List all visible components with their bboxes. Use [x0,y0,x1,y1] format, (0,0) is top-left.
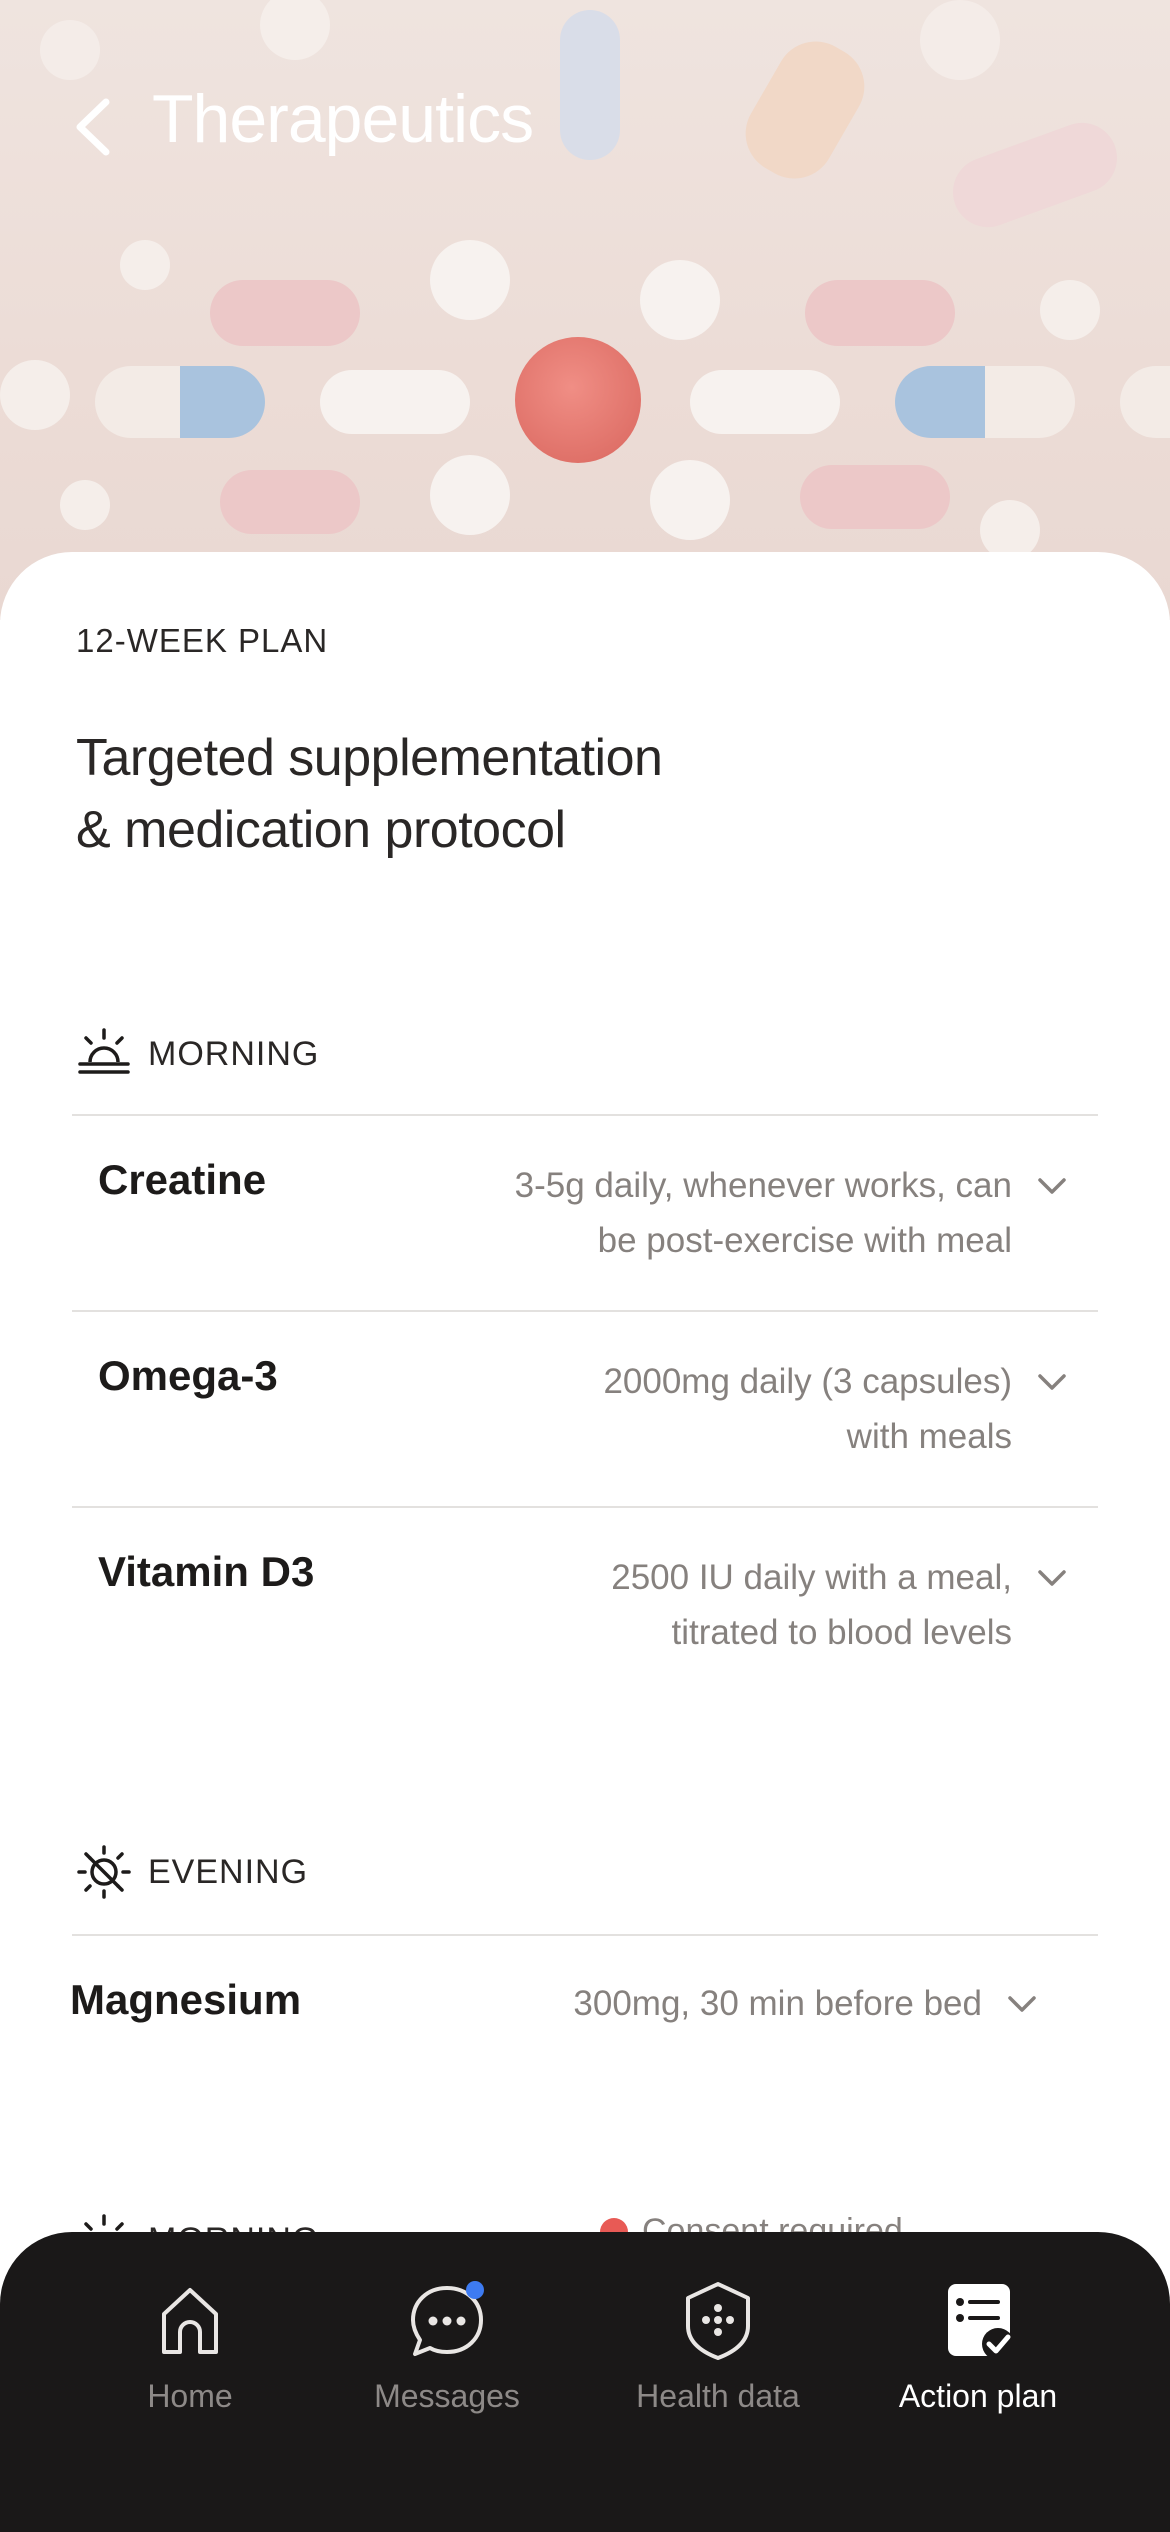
supplement-dose: 2000mg daily (3 capsules) with meals [452,1354,1012,1464]
dose-line: 2500 IU daily with a meal, [611,1558,1012,1597]
hero-image: Therapeutics [0,0,1170,620]
supplement-name: Omega-3 [98,1352,278,1399]
section-header-evening: EVENING [76,1844,308,1900]
chevron-left-icon [76,98,110,156]
notification-badge [466,2281,484,2299]
dose-line: 3-5g daily, whenever works, can [514,1166,1012,1205]
home-icon [162,2288,218,2354]
tab-messages[interactable]: Messages [327,2278,567,2415]
supplement-name: Magnesium [70,1976,302,2023]
section-header-morning: MORNING [76,1026,319,1082]
therapeutics-screen: Therapeutics 12-WEEK PLAN Targeted suppl… [0,0,1170,2532]
checklist-icon [948,2284,1014,2360]
dose-line: be post-exercise with meal [597,1221,1012,1260]
chevron-down-icon[interactable] [1032,1362,1072,1402]
tab-label: Health data [636,2378,800,2414]
section-label: MORNING [148,1034,320,1073]
supplement-dose: 2500 IU daily with a meal, titrated to b… [452,1550,1012,1660]
chevron-down-icon[interactable] [1032,1558,1072,1598]
bottom-tab-bar: Home Messages Health data Action plan [0,2232,1170,2532]
tab-label: Action plan [898,2378,1058,2414]
tab-home[interactable]: Home [70,2278,310,2415]
section-label: EVENING [148,1852,309,1891]
dose-line: 2000mg daily (3 capsules) [603,1362,1012,1401]
supplement-dose: 3-5g daily, whenever works, can be post-… [452,1158,1012,1268]
tab-action-plan[interactable]: Action plan [858,2278,1098,2415]
supplement-row-magnesium[interactable]: Magnesium 300mg, 30 min before bed [70,1936,1098,2086]
plan-headline-line2: & medication protocol [76,801,566,859]
dose-line: with meals [846,1417,1012,1456]
tab-label: Home [147,2378,233,2414]
tab-label: Messages [374,2378,520,2414]
supplement-dose: 300mg, 30 min before bed [422,1976,982,2031]
page-title: Therapeutics [152,81,534,157]
supplement-row-creatine[interactable]: Creatine 3-5g daily, whenever works, can… [72,1116,1098,1310]
chat-bubble-icon [411,2281,484,2356]
chevron-down-icon[interactable] [1002,1984,1042,2024]
plan-headline-line1: Targeted supplementation [76,729,663,787]
sun-off-icon [77,1845,131,1899]
shield-dots-icon [686,2282,750,2360]
dose-line: titrated to blood levels [671,1613,1012,1652]
plan-duration-label: 12-WEEK PLAN [76,622,329,659]
supplement-name: Vitamin D3 [98,1548,315,1595]
plan-headline: Targeted supplementation & medication pr… [76,722,976,866]
back-button[interactable] [66,92,122,162]
supplement-row-vitamin-d3[interactable]: Vitamin D3 2500 IU daily with a meal, ti… [72,1508,1098,1702]
supplement-name: Creatine [98,1156,267,1203]
tab-health-data[interactable]: Health data [598,2278,838,2415]
supplement-row-omega-3[interactable]: Omega-3 2000mg daily (3 capsules) with m… [72,1312,1098,1506]
chevron-down-icon[interactable] [1032,1166,1072,1206]
sunrise-icon [78,1028,130,1074]
dose-line: 300mg, 30 min before bed [573,1984,982,2023]
